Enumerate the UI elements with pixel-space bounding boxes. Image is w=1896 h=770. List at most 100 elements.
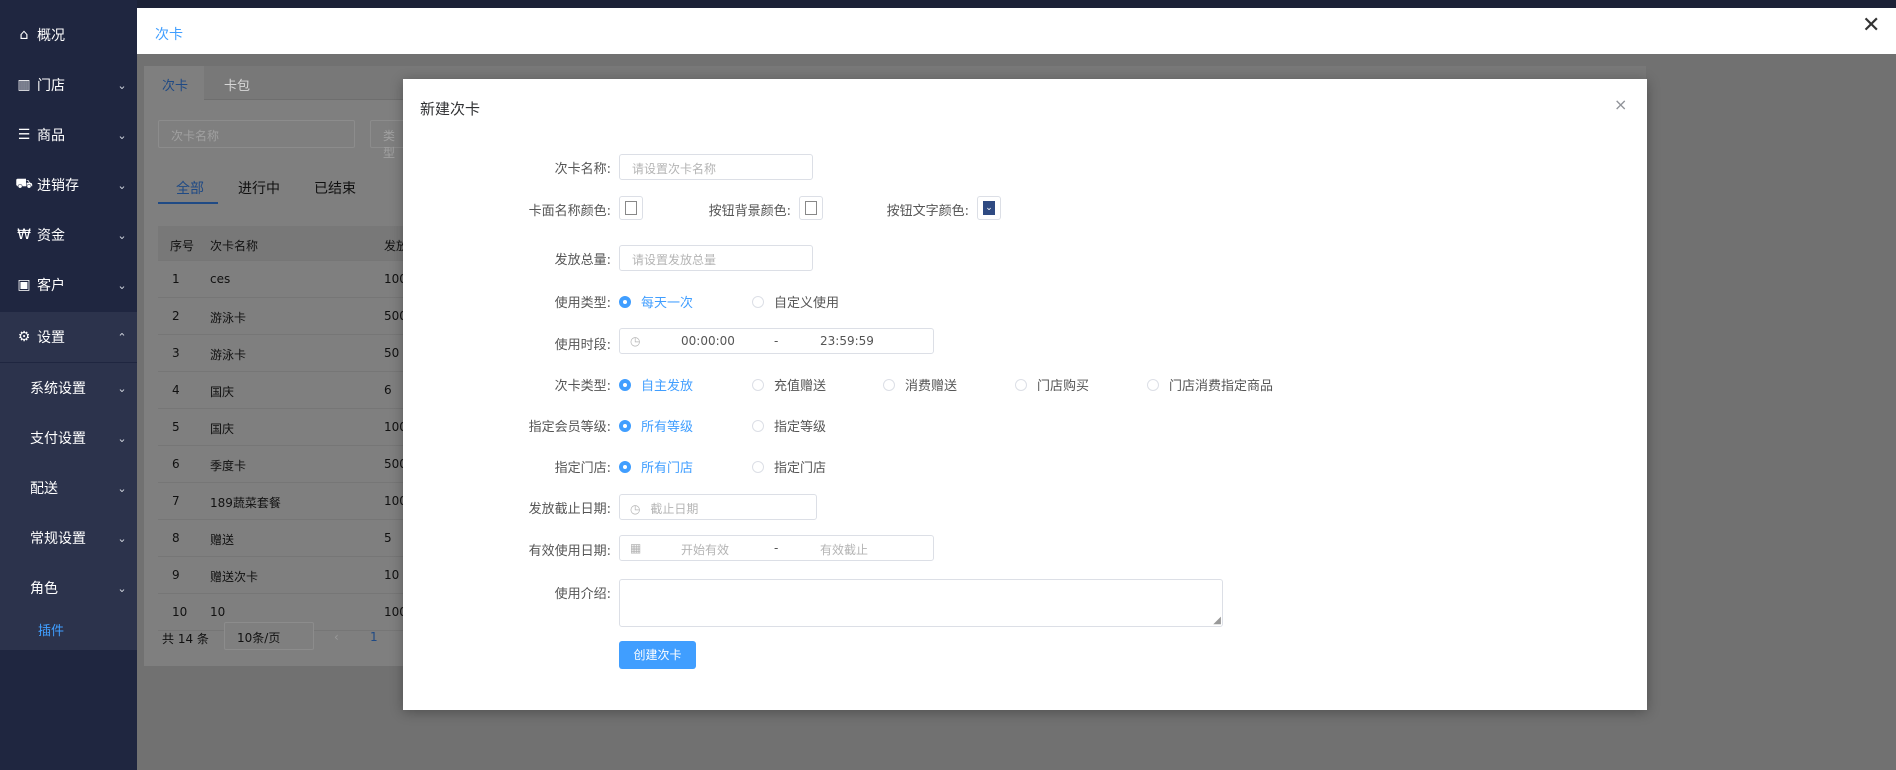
row-number: 5 <box>172 420 180 434</box>
sidebar-subitem-general[interactable]: 常规设置 ⌄ <box>0 513 137 563</box>
chevron-down-icon: ⌄ <box>117 78 127 92</box>
use-time-end: 23:59:59 <box>820 334 874 348</box>
sidebar-item-goods[interactable]: ☰ 商品 ⌄ <box>0 110 137 160</box>
row-quantity: 6 <box>384 383 392 397</box>
card-type-self-radio[interactable]: 自主发放 <box>619 375 693 394</box>
row-name: 游泳卡 <box>210 311 247 325</box>
card-name-color-picker[interactable] <box>619 196 643 220</box>
tab-count-card[interactable]: 次卡 <box>162 75 188 94</box>
radio-dot <box>619 378 631 391</box>
deadline-placeholder: 截止日期 <box>650 502 699 516</box>
radio-label: 消费赠送 <box>905 379 958 394</box>
sidebar-item-inventory[interactable]: ⛟ 进销存 ⌄ <box>0 160 137 210</box>
valid-date-range-picker[interactable]: ▦ 开始有效 - 有效截止 <box>619 535 934 561</box>
total-input[interactable]: 请设置发放总量 <box>619 245 813 271</box>
close-icon[interactable]: × <box>1614 95 1627 114</box>
row-number: 6 <box>172 457 180 471</box>
intro-textarea[interactable]: ◢ <box>619 579 1223 627</box>
won-icon: ₩ <box>17 227 31 243</box>
radio-dot <box>883 378 895 391</box>
chevron-down-icon: ⌄ <box>117 431 127 445</box>
new-count-card-dialog: 新建次卡 × 次卡名称: 请设置次卡名称 卡面名称颜色: 按钮背景颜色: 按钮文… <box>403 79 1647 710</box>
sidebar-item-overview[interactable]: ⌂ 概况 <box>0 10 137 60</box>
radio-label: 门店购买 <box>1037 379 1090 394</box>
sidebar-item-customers[interactable]: ▣ 客户 ⌄ <box>0 260 137 310</box>
store-specific-radio[interactable]: 指定门店 <box>752 457 826 476</box>
filter-tab-ended[interactable]: 已结束 <box>314 178 356 198</box>
pager-page[interactable]: 1 <box>370 630 378 644</box>
chevron-down-icon: ⌄ <box>117 278 127 292</box>
sidebar-subitem-delivery[interactable]: 配送 ⌄ <box>0 463 137 513</box>
sidebar-item-label: 概况 <box>37 28 65 44</box>
sidebar-item-plugin[interactable]: 插件 <box>38 620 64 639</box>
create-card-button[interactable]: 创建次卡 <box>619 641 696 669</box>
sidebar: ⌂ 概况 ▥ 门店 ⌄ ☰ 商品 ⌄ ⛟ 进销存 ⌄ ₩ 资金 ⌄ ▣ 客户 ⌄… <box>0 0 137 770</box>
card-type-store-goods-radio[interactable]: 门店消费指定商品 <box>1147 375 1273 394</box>
card-name-input[interactable]: 请设置次卡名称 <box>619 154 813 180</box>
chevron-down-icon: ⌄ <box>117 531 127 545</box>
filter-tab-all[interactable]: 全部 <box>176 178 204 198</box>
color-swatch <box>625 201 637 215</box>
row-number: 3 <box>172 346 180 360</box>
color-swatch <box>805 201 817 215</box>
sidebar-subitem-payment[interactable]: 支付设置 ⌄ <box>0 413 137 463</box>
range-separator: - <box>774 334 779 348</box>
card-type-consume-radio[interactable]: 消费赠送 <box>883 375 957 394</box>
sidebar-item-funds[interactable]: ₩ 资金 ⌄ <box>0 210 137 260</box>
use-time-range-picker[interactable]: ◷ 00:00:00 - 23:59:59 <box>619 328 934 354</box>
row-quantity: 10 <box>384 568 400 582</box>
row-number: 10 <box>172 605 188 619</box>
resize-handle-icon[interactable]: ◢ <box>1213 616 1221 626</box>
pager-prev-icon[interactable]: ‹ <box>334 630 339 644</box>
use-time-start: 00:00:00 <box>681 334 735 348</box>
use-type-custom-radio[interactable]: 自定义使用 <box>752 292 839 311</box>
member-level-all-radio[interactable]: 所有等级 <box>619 416 693 435</box>
building-icon: ▥ <box>17 77 31 93</box>
truck-icon: ⛟ <box>15 176 33 192</box>
row-quantity: 5 <box>384 531 392 545</box>
radio-dot <box>752 419 764 432</box>
name-label: 次卡名称: <box>554 162 611 177</box>
sidebar-item-settings[interactable]: ⚙ 设置 ⌃ <box>0 312 137 362</box>
use-type-daily-radio[interactable]: 每天一次 <box>619 292 693 311</box>
button-text-color-label: 按钮文字颜色: <box>886 204 969 219</box>
card-type-recharge-radio[interactable]: 充值赠送 <box>752 375 826 394</box>
close-icon[interactable]: ✕ <box>1862 15 1880 37</box>
row-name: 游泳卡 <box>210 348 247 362</box>
sidebar-subitem-roles[interactable]: 角色 ⌄ <box>0 563 137 613</box>
sidebar-item-label: 设置 <box>37 330 65 346</box>
search-input[interactable]: 次卡名称 <box>158 120 355 148</box>
page-size-select[interactable]: 10条/页 <box>224 622 314 650</box>
sidebar-item-label: 商品 <box>37 128 65 144</box>
tab-card-pack[interactable]: 卡包 <box>224 75 250 94</box>
sidebar-subitem-system[interactable]: 系统设置 ⌄ <box>0 363 137 413</box>
chevron-down-icon: ⌄ <box>983 201 995 215</box>
sidebar-item-label: 门店 <box>37 78 65 94</box>
card-name-color-label: 卡面名称颜色: <box>528 204 611 219</box>
radio-dot <box>752 295 764 308</box>
sidebar-item-label: 客户 <box>37 278 65 294</box>
button-text-color-picker[interactable]: ⌄ <box>977 196 1001 220</box>
home-icon: ⌂ <box>19 27 29 43</box>
chevron-down-icon: ⌄ <box>117 481 127 495</box>
row-number: 7 <box>172 494 180 508</box>
store-all-radio[interactable]: 所有门店 <box>619 457 693 476</box>
filter-tab-ongoing[interactable]: 进行中 <box>238 178 280 198</box>
radio-dot <box>619 419 631 432</box>
deadline-label: 发放截止日期: <box>528 502 611 517</box>
deadline-date-picker[interactable]: ◷ 截止日期 <box>619 494 817 520</box>
button-bg-color-picker[interactable] <box>799 196 823 220</box>
row-name: 国庆 <box>210 422 235 436</box>
table-header-cell: 次卡名称 <box>210 239 259 253</box>
radio-label: 指定等级 <box>774 420 827 435</box>
intro-label: 使用介绍: <box>554 587 611 602</box>
settings-submenu: 系统设置 ⌄ 支付设置 ⌄ 配送 ⌄ 常规设置 ⌄ 角色 ⌄ <box>0 363 137 650</box>
card-type-store-buy-radio[interactable]: 门店购买 <box>1015 375 1089 394</box>
sidebar-subitem-label: 支付设置 <box>30 431 86 447</box>
member-level-specific-radio[interactable]: 指定等级 <box>752 416 826 435</box>
valid-date-label: 有效使用日期: <box>528 544 611 559</box>
chevron-down-icon: ⌄ <box>117 581 127 595</box>
sidebar-item-store[interactable]: ▥ 门店 ⌄ <box>0 60 137 110</box>
row-name: 赠送 <box>210 533 235 547</box>
row-number: 1 <box>172 272 180 286</box>
